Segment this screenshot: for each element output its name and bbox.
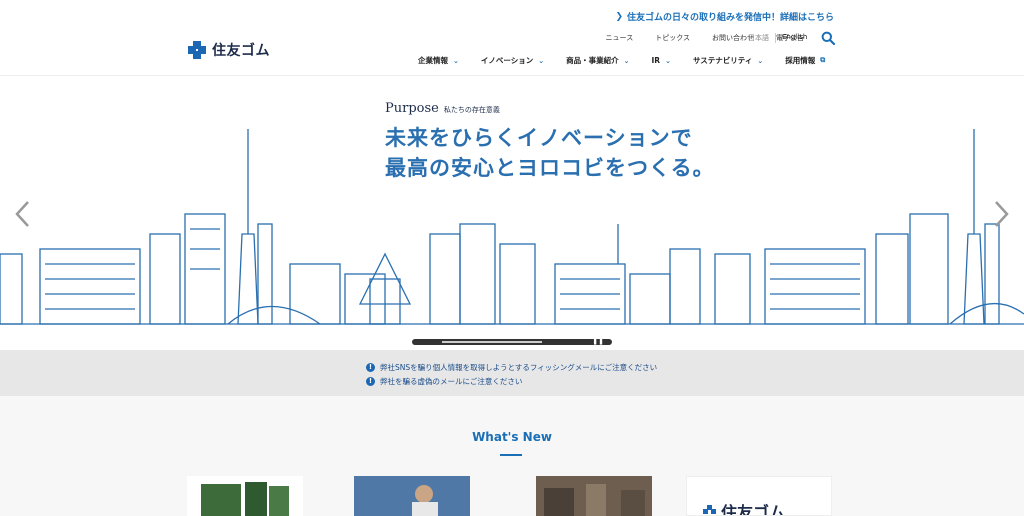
chevron-right-icon: ❯ [615,11,623,22]
lang-english[interactable]: English [776,33,807,43]
nav-ir[interactable]: IR ⌄ [651,55,670,66]
nav-products-label: 商品・事業紹介 [566,56,619,65]
chevron-down-icon: ⌄ [538,56,545,65]
news-card-image [536,476,652,516]
main-nav: 企業情報 ⌄ イノベーション ⌄ 商品・事業紹介 ⌄ IR ⌄ サステナビリティ… [418,55,847,66]
announcement-text: 住友ゴムの日々の取り組みを発信中！詳細はこちら [626,13,834,23]
carousel-progress-fill [442,341,542,343]
purpose-heading: Purpose 私たちの存在意義 [385,101,500,116]
notice-item[interactable]: ! 弊社SNSを騙り個人情報を取得しようとするフィッシングメールにご注意ください [366,362,657,373]
notice-strip: ! 弊社SNSを騙り個人情報を取得しようとするフィッシングメールにご注意ください… [0,350,1024,396]
carousel-prev-icon[interactable] [12,199,34,229]
lang-japanese[interactable]: 日本語 [748,33,776,43]
news-card-image [354,476,470,516]
language-switcher: 日本語 English [748,33,807,43]
search-icon[interactable] [821,31,835,45]
logo-mark-icon [703,505,716,515]
nav-recruit[interactable]: 採用情報 ⧉ [785,55,825,66]
nav-innovation[interactable]: イノベーション ⌄ [481,55,544,66]
tagline-line-2: 最高の安心とヨロコビをつくる。 [385,155,715,180]
announcement-link[interactable]: ❯ 住友ゴムの日々の取り組みを発信中！詳細はこちら [615,10,834,24]
nav-corporate-label: 企業情報 [418,56,448,65]
hero-tagline: 未来をひらくイノベーションで 最高の安心とヨロコビをつくる。 [385,123,715,183]
chevron-down-icon: ⌄ [623,56,630,65]
util-nav-news[interactable]: ニュース [606,33,634,43]
info-icon: ! [366,363,375,372]
tagline-line-1: 未来をひらくイノベーションで [385,125,693,150]
site-logo[interactable]: 住友ゴム [188,40,270,60]
nav-corporate[interactable]: 企業情報 ⌄ [418,55,459,66]
news-card[interactable] [187,476,303,516]
notice-text: 弊社を騙る虚偽のメールにご注意ください [380,377,523,386]
purpose-jp: 私たちの存在意義 [443,106,500,114]
carousel-next-icon[interactable] [990,199,1012,229]
whats-new-title: What's New [472,430,552,444]
card-brand-text: 住友ゴム [721,503,786,516]
chevron-down-icon: ⌄ [757,56,764,65]
chevron-down-icon: ⌄ [665,56,671,65]
nav-ir-label: IR [651,56,661,65]
nav-sustainability[interactable]: サステナビリティ ⌄ [693,55,763,66]
carousel-progress[interactable]: ❚❚ [412,337,612,345]
pause-icon[interactable]: ❚❚ [592,337,604,345]
title-underline [500,454,522,456]
news-card-image [201,482,289,516]
notice-item[interactable]: ! 弊社を騙る虚偽のメールにご注意ください [366,376,522,387]
notice-text: 弊社SNSを騙り個人情報を取得しようとするフィッシングメールにご注意ください [380,363,658,372]
chevron-down-icon: ⌄ [453,56,459,65]
nav-innovation-label: イノベーション [480,56,534,65]
logo-text: 住友ゴム [212,43,270,59]
site-header: ❯ 住友ゴムの日々の取り組みを発信中！詳細はこちら 住友ゴム ニュース トピック… [0,0,1024,76]
util-nav-topics[interactable]: トピックス [655,33,690,43]
info-icon: ! [366,377,375,386]
news-card[interactable]: 住友ゴム [686,476,832,516]
nav-products[interactable]: 商品・事業紹介 ⌄ [566,55,629,66]
hero-carousel: Purpose 私たちの存在意義 未来をひらくイノベーションで 最高の安心とヨロ… [0,76,1024,350]
nav-sustainability-label: サステナビリティ [692,56,753,65]
nav-recruit-label: 採用情報 [785,56,816,65]
news-card[interactable] [536,476,652,516]
purpose-en: Purpose [385,101,439,116]
external-link-icon: ⧉ [820,56,826,64]
logo-mark-icon [188,41,206,59]
news-card[interactable] [354,476,470,516]
whats-new-section: What's New 住友ゴム [0,396,1024,516]
